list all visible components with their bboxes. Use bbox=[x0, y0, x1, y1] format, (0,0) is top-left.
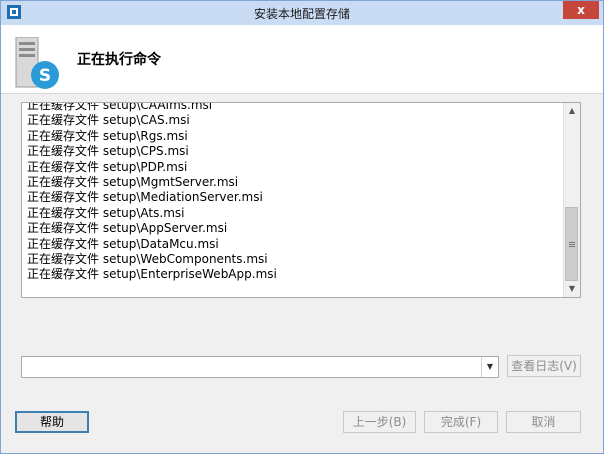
log-line: 正在缓存文件 setup\WebComponents.msi bbox=[27, 251, 268, 266]
close-button[interactable]: x bbox=[563, 1, 599, 19]
log-scrollbar[interactable]: ▲ ▼ bbox=[563, 103, 580, 297]
scroll-down-icon[interactable]: ▼ bbox=[564, 281, 580, 297]
log-line: 正在缓存文件 setup\Ats.msi bbox=[27, 205, 185, 220]
scroll-up-icon[interactable]: ▲ bbox=[564, 103, 580, 119]
server-skype-icon: S bbox=[15, 37, 59, 89]
back-button[interactable]: 上一步(B) bbox=[343, 411, 416, 433]
log-line: 正在缓存文件 setup\DataMcu.msi bbox=[27, 236, 219, 251]
body-area: 正在缓存文件 setup\CAAIms.msi 正在缓存文件 setup\CAS… bbox=[1, 93, 603, 453]
log-line: 正在缓存文件 setup\MgmtServer.msi bbox=[27, 174, 239, 189]
log-lines: 正在缓存文件 setup\CAAIms.msi 正在缓存文件 setup\CAS… bbox=[27, 102, 563, 283]
header-area: S 正在执行命令 bbox=[1, 25, 603, 93]
window-title: 安装本地配置存储 bbox=[253, 7, 350, 21]
log-line: 正在缓存文件 setup\EnterpriseWebApp.msi bbox=[27, 267, 277, 282]
installer-window: 安装本地配置存储 x S 正在执行命令 正在缓存文件 setup\CAAIms.… bbox=[0, 0, 604, 454]
log-line: 正在缓存文件 setup\CPS.msi bbox=[27, 144, 189, 159]
logo-letter: S bbox=[39, 66, 51, 86]
scroll-thumb[interactable] bbox=[565, 207, 578, 281]
log-select-combo[interactable]: ▼ bbox=[21, 356, 499, 378]
page-heading: 正在执行命令 bbox=[77, 52, 161, 68]
finish-button[interactable]: 完成(F) bbox=[424, 411, 498, 433]
grip-icon bbox=[569, 242, 575, 243]
log-line: 正在缓存文件 setup\MediationServer.msi bbox=[27, 190, 263, 205]
title-bar[interactable]: 安装本地配置存储 x bbox=[1, 1, 603, 25]
log-line: 正在缓存文件 setup\PDP.msi bbox=[27, 159, 188, 174]
chevron-down-icon[interactable]: ▼ bbox=[481, 357, 498, 377]
view-log-button[interactable]: 查看日志(V) bbox=[507, 355, 581, 377]
cancel-button[interactable]: 取消 bbox=[506, 411, 581, 433]
log-line: 正在缓存文件 setup\AppServer.msi bbox=[27, 221, 228, 236]
help-button[interactable]: 帮助 bbox=[15, 411, 89, 433]
log-line: 正在缓存文件 setup\CAS.msi bbox=[27, 113, 190, 128]
log-line: 正在缓存文件 setup\CAAIms.msi bbox=[27, 102, 213, 112]
log-output[interactable]: 正在缓存文件 setup\CAAIms.msi 正在缓存文件 setup\CAS… bbox=[21, 102, 581, 298]
log-line: 正在缓存文件 setup\Rgs.msi bbox=[27, 128, 188, 143]
